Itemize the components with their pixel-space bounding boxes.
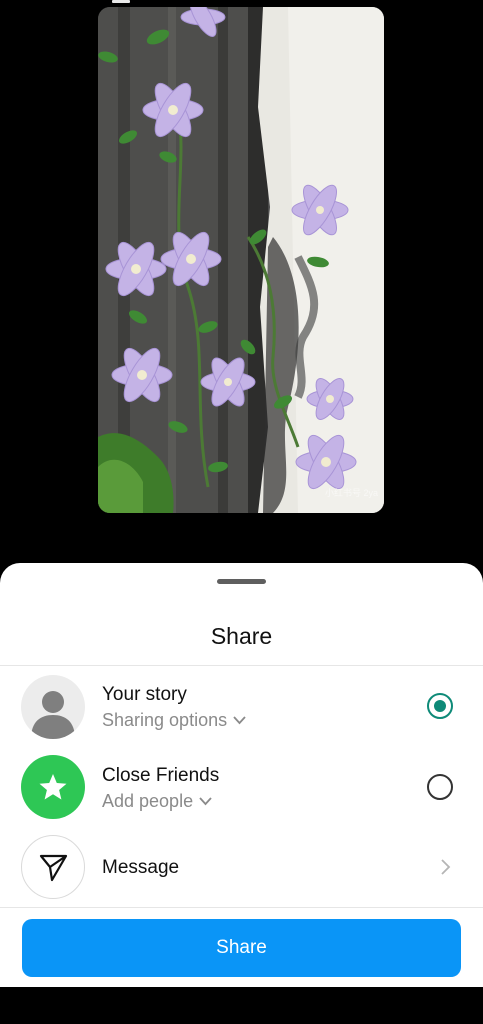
option-title: Message <box>102 857 180 878</box>
add-people-dropdown[interactable]: Add people <box>102 791 212 812</box>
option-close-friends[interactable]: Close Friends Add people <box>0 749 483 827</box>
chevron-down-icon <box>233 716 246 725</box>
sheet-drag-handle[interactable] <box>217 579 266 584</box>
star-icon <box>39 774 67 800</box>
share-bottom-sheet: Share Your story Sharing options Close F… <box>0 563 483 987</box>
default-avatar-icon <box>31 691 75 739</box>
avatar <box>21 675 85 739</box>
sheet-title: Share <box>210 623 273 649</box>
paper-plane-icon <box>39 854 68 882</box>
share-button[interactable]: Share <box>22 919 461 977</box>
your-story-radio[interactable] <box>427 693 453 719</box>
flower-photo <box>98 7 384 513</box>
option-subtitle: Sharing options <box>102 710 228 730</box>
close-friends-avatar <box>21 755 85 819</box>
story-photo-preview: 小红书号 2ya <box>98 7 384 513</box>
chevron-down-icon <box>199 797 212 806</box>
status-indicator <box>112 0 130 3</box>
option-title: Your story <box>102 684 187 705</box>
system-navigation-bar <box>0 987 483 1024</box>
sharing-options-dropdown[interactable]: Sharing options <box>102 710 246 731</box>
option-subtitle: Add people <box>102 791 194 811</box>
message-avatar <box>21 835 85 899</box>
divider <box>0 907 483 908</box>
option-title: Close Friends <box>102 765 220 786</box>
option-your-story[interactable]: Your story Sharing options <box>0 668 483 746</box>
option-message[interactable]: Message <box>0 829 483 907</box>
chevron-right-icon <box>441 859 451 875</box>
divider <box>0 665 483 666</box>
photo-watermark: 小红书号 2ya <box>324 488 378 498</box>
close-friends-radio[interactable] <box>427 774 453 800</box>
